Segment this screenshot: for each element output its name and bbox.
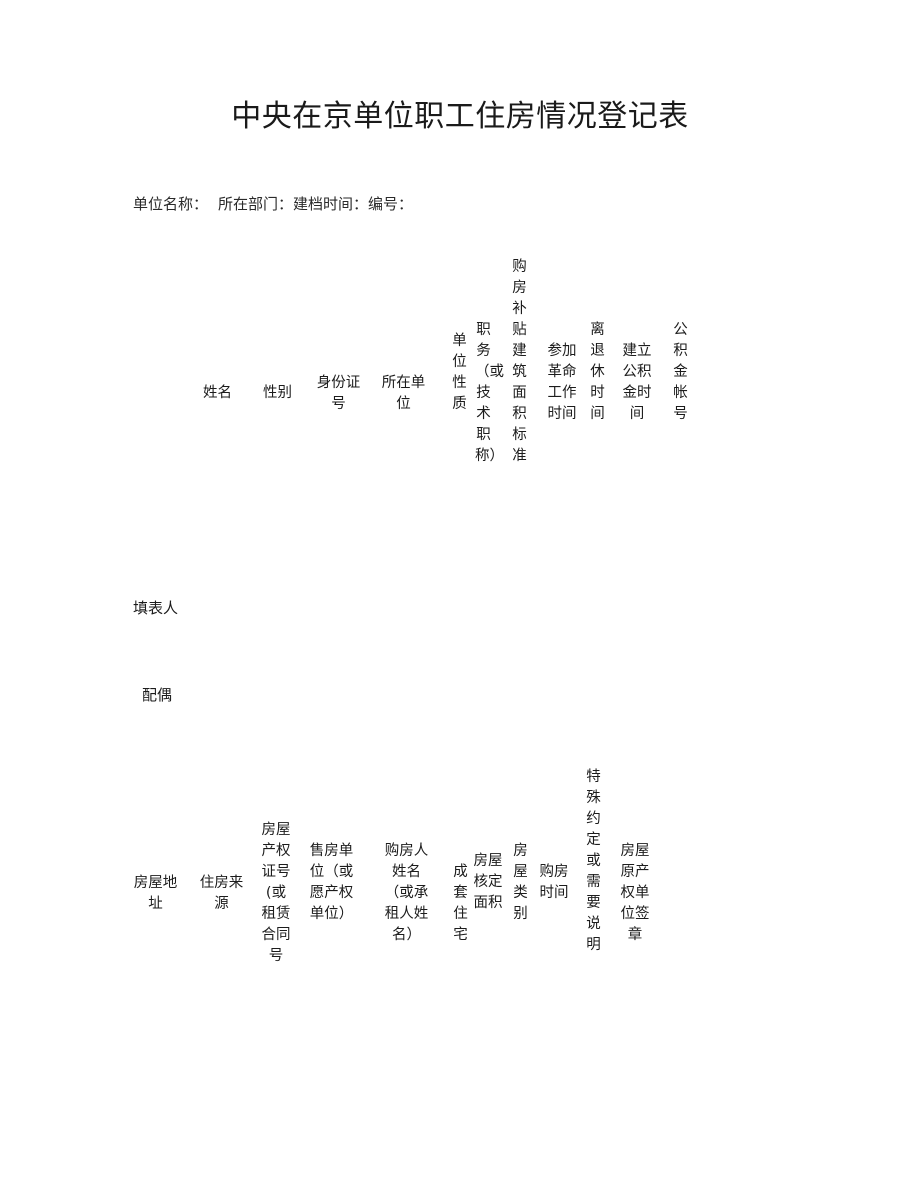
column-header-name: 姓名 [203,385,232,401]
row-label-filler: 填表人 [133,599,179,617]
column-header-id-number: 身份证号 [316,375,361,412]
column-header-work-unit: 所在单位 [381,375,426,412]
column-header-special-notes: 特殊约定或需要说明 [586,769,601,953]
column-header-selling-unit: 售房单位（或愿产权单位） [309,843,354,922]
column-header-buyer-name: 购房人姓名（或承租人姓名） [384,843,429,943]
column-header-original-owner-seal: 房屋原产权单位签章 [620,843,650,943]
column-header-ownership-certificate-number: 房屋产权证号(或租赁合同号 [261,822,291,964]
column-header-subsidy-area-standard: 购房补贴建筑面积标准 [512,259,527,464]
column-header-unit-nature: 单位性质 [452,333,467,412]
column-header-position-title: 职务（或技术职称） [475,322,504,464]
unit-name-label: 单位名称： [133,195,209,213]
department-label: 所在部门： [218,195,294,213]
row-label-spouse: 配偶 [142,686,173,704]
page-title: 中央在京单位职工住房情况登记表 [231,99,689,134]
column-header-verified-area: 房屋核定面积 [473,853,503,911]
filing-date-label: 建档时间： [293,195,369,213]
column-header-housing-source: 住房来源 [199,875,244,912]
column-header-gender: 性别 [263,385,292,401]
document-page: 中央在京单位职工住房情况登记表 单位名称： 所在部门：建档时间：编号： 姓名 性别… [0,0,920,1191]
column-header-fund-account: 公积金帐号 [673,322,688,422]
column-header-house-address: 房屋地址 [133,875,178,912]
column-header-complete-apartment: 成套住宅 [453,864,468,943]
column-header-retirement-date: 离退休时间 [590,322,605,422]
form-header-line: 单位名称： 所在部门：建档时间：编号： [133,193,413,215]
column-header-house-category: 房屋类别 [513,843,528,922]
column-header-purchase-date: 购房时间 [539,864,569,901]
serial-number-label: 编号： [368,195,414,213]
column-header-revolution-work-date: 参加革命工作时间 [547,343,577,422]
column-header-fund-start-date: 建立公积金时间 [622,343,652,422]
